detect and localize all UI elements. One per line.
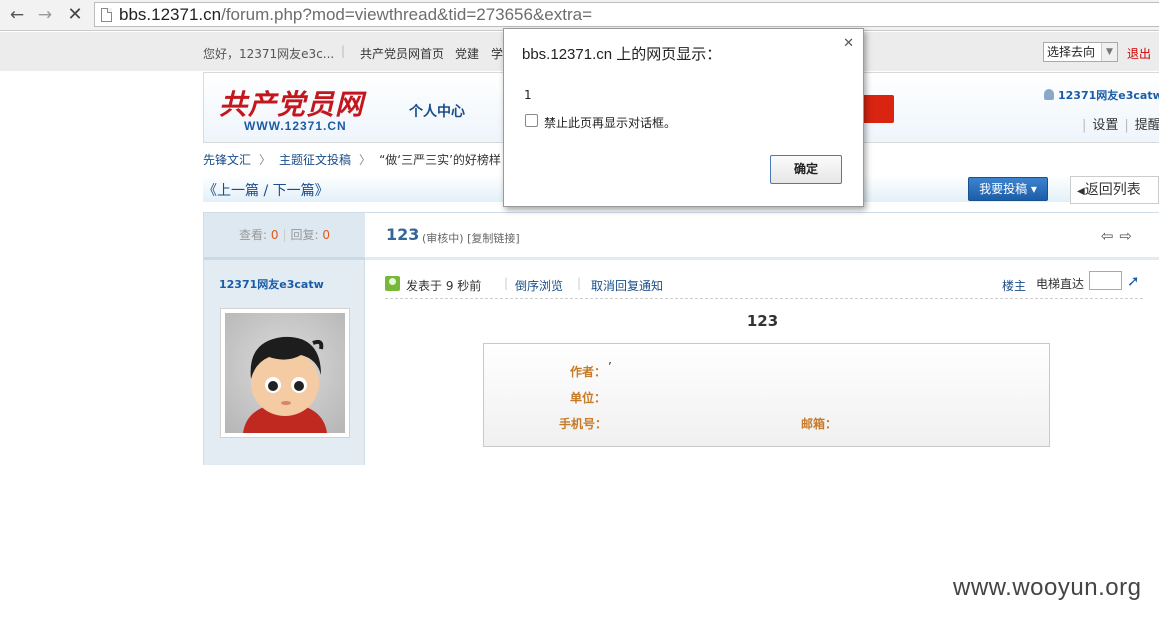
thread-table: 查看: 0 | 回复: 0 12371网友e3catw 123 (审核中) [复制链… bbox=[203, 212, 1159, 465]
view-count: 0 bbox=[270, 228, 279, 242]
settings-link[interactable]: 设置 bbox=[1092, 118, 1118, 133]
phone-field-label: 手机号： bbox=[559, 417, 608, 431]
author-name[interactable]: 12371网友e3catw bbox=[219, 276, 324, 292]
greeting: 您好，12371网友e3c... bbox=[203, 47, 335, 61]
ok-button[interactable]: 确定 bbox=[770, 155, 842, 184]
suppress-dialogs-checkbox[interactable] bbox=[525, 114, 538, 127]
back-to-list-button[interactable]: ◀返回列表 bbox=[1070, 176, 1159, 204]
avatar[interactable] bbox=[220, 308, 350, 438]
user-icon bbox=[1044, 89, 1054, 100]
forward-arrow-icon[interactable]: → bbox=[34, 4, 56, 26]
author-field-value: ’ bbox=[608, 360, 612, 374]
breadcrumb-item[interactable]: “做‘三严三实’的好榜样 bbox=[379, 153, 501, 167]
browser-toolbar: ← → ✕ bbs.12371.cn/forum.php?mod=viewthr… bbox=[0, 0, 1159, 31]
back-arrow-icon[interactable]: ← bbox=[6, 4, 28, 26]
breadcrumb-item[interactable]: 先锋文汇 bbox=[203, 153, 251, 167]
breadcrumb-item[interactable]: 主题征文投稿 bbox=[279, 153, 351, 167]
destination-select-value: 选择去向 bbox=[1047, 45, 1096, 59]
header-red-button[interactable] bbox=[859, 95, 894, 123]
breadcrumb: 先锋文汇〉主题征文投稿〉 “做‘三严三实’的好榜样 bbox=[203, 151, 501, 168]
stop-icon[interactable]: ✕ bbox=[64, 4, 86, 26]
thread-title-row: 123 (审核中) [复制链接] ⇦⇨ bbox=[365, 213, 1159, 260]
thread-title: 123 bbox=[386, 225, 420, 244]
cancel-reply-notify-link[interactable]: 取消回复通知 bbox=[591, 277, 663, 294]
email-field-label: 邮箱： bbox=[801, 417, 838, 431]
url-text[interactable]: bbs.12371.cn/forum.php?mod=viewthread&ti… bbox=[119, 5, 592, 25]
post-info-bar: 发表于 9 秒前 | 倒序浏览 | 取消回复通知 楼主 电梯直达 ➚ bbox=[385, 271, 1143, 299]
divider: | bbox=[341, 44, 346, 58]
prev-next-links[interactable]: 《上一篇 / 下一篇》 bbox=[203, 180, 329, 200]
logout-link[interactable]: 退出 bbox=[1127, 45, 1151, 62]
address-bar[interactable]: bbs.12371.cn/forum.php?mod=viewthread&ti… bbox=[94, 2, 1159, 27]
close-icon[interactable]: ✕ bbox=[843, 36, 854, 51]
site-logo-url: WWW.12371.CN bbox=[244, 119, 347, 133]
author-sidebar: 查看: 0 | 回复: 0 12371网友e3catw bbox=[204, 213, 365, 465]
prev-next-thread-icons[interactable]: ⇦⇨ bbox=[1101, 227, 1138, 245]
thread-content: 123 (审核中) [复制链接] ⇦⇨ 发表于 9 秒前 | 倒序浏览 | 取消… bbox=[365, 213, 1159, 465]
topbar-link-study[interactable]: 学 bbox=[491, 45, 503, 62]
reverse-order-link[interactable]: 倒序浏览 bbox=[515, 277, 563, 294]
topbar-link-party[interactable]: 党建 bbox=[455, 45, 479, 62]
nav-personal-center[interactable]: 个人中心 bbox=[409, 101, 465, 121]
posted-time: 发表于 9 秒前 bbox=[406, 279, 482, 293]
author-field-label: 作者： bbox=[570, 365, 607, 379]
reply-count: 0 bbox=[322, 228, 331, 242]
go-arrow-icon[interactable]: ➚ bbox=[1127, 272, 1140, 290]
site-logo[interactable]: 共产党员网 bbox=[219, 83, 364, 123]
chevron-right-icon: 〉 bbox=[359, 153, 372, 167]
floor-jump-input[interactable] bbox=[1089, 271, 1122, 290]
avatar-image bbox=[243, 336, 327, 433]
destination-select[interactable]: 选择去向 ▼ bbox=[1043, 42, 1118, 62]
reminders-link[interactable]: 提醒 bbox=[1135, 118, 1159, 133]
unit-field-label: 单位： bbox=[570, 391, 607, 405]
thread-stats: 查看: 0 | 回复: 0 bbox=[204, 213, 365, 260]
header-username[interactable]: 12371网友e3catw bbox=[1044, 87, 1159, 103]
caret-left-icon: ◀ bbox=[1077, 186, 1085, 197]
floor-jump-label: 电梯直达 bbox=[1036, 277, 1085, 291]
submission-info-box: 作者： ’ 单位： 手机号： 邮箱： bbox=[483, 343, 1050, 447]
topbar-link-home[interactable]: 共产党员网首页 bbox=[360, 45, 444, 62]
chevron-right-icon: 〉 bbox=[259, 153, 272, 167]
dialog-title: bbs.12371.cn 上的网页显示： bbox=[522, 46, 722, 63]
watermark: www.wooyun.org bbox=[953, 574, 1142, 601]
thread-owner-link[interactable]: 楼主 bbox=[1002, 277, 1026, 294]
post-subject: 123 bbox=[746, 312, 779, 330]
page-icon bbox=[101, 8, 112, 22]
thread-status[interactable]: (审核中) [复制链接] bbox=[422, 230, 520, 246]
chevron-down-icon: ▼ bbox=[1101, 43, 1117, 61]
suppress-dialogs-label[interactable]: 禁止此页再显示对话框。 bbox=[544, 114, 676, 131]
alert-dialog: bbs.12371.cn 上的网页显示： ✕ 1 禁止此页再显示对话框。 确定 bbox=[503, 28, 864, 207]
dialog-message: 1 bbox=[524, 88, 532, 102]
header-links: | 设置 | 提醒 bbox=[1082, 118, 1159, 133]
online-user-icon bbox=[385, 276, 400, 291]
submit-post-button[interactable]: 我要投稿 ▾ bbox=[968, 177, 1048, 201]
